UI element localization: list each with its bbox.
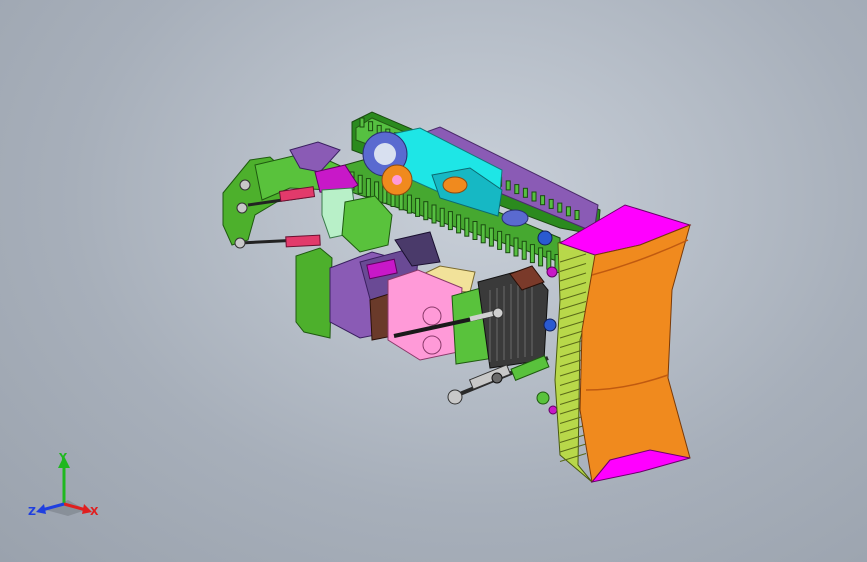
lift-joint (491, 372, 503, 384)
track-tooth (548, 198, 554, 209)
z-axis-label: Z (28, 505, 36, 518)
track-tooth-lower (357, 174, 363, 194)
track-tooth (557, 202, 563, 213)
ripper-cylinder-lower-body (285, 234, 321, 248)
idler-hub (392, 175, 402, 185)
x-axis-label: X (90, 505, 99, 518)
track-tooth-lower (480, 224, 486, 244)
track-tooth-lower (423, 201, 429, 221)
lower-joint (536, 391, 550, 405)
ripper-pin-3 (239, 179, 251, 191)
pink-boss-2 (422, 335, 442, 355)
y-axis-label: Y (59, 451, 67, 464)
track-tooth (574, 210, 580, 220)
track-tooth-lower (415, 197, 421, 217)
blue-roller (501, 209, 529, 227)
track-tooth (514, 184, 520, 195)
ripper-pin-1 (236, 202, 248, 214)
3d-viewport[interactable]: Y Z X (0, 0, 867, 562)
track-tooth-lower (365, 178, 371, 198)
blue-valve (537, 230, 553, 246)
track-tooth-lower (406, 194, 412, 214)
track-tooth-lower (529, 244, 535, 264)
track-tooth (368, 121, 374, 132)
track-tooth-lower (439, 207, 445, 227)
push-rod-end-1 (492, 307, 504, 319)
track-tooth-lower (546, 250, 552, 270)
axis-triad[interactable]: Y Z X (26, 450, 106, 522)
sprocket-hub (374, 143, 396, 165)
ripper-pin-2 (234, 237, 246, 249)
blue-valve-2 (543, 318, 557, 332)
track-tooth-lower (456, 214, 462, 234)
track-tooth (540, 195, 546, 206)
track-tooth (531, 191, 537, 202)
magenta-valve (546, 266, 558, 278)
track-tooth (522, 187, 528, 198)
push-rod-lower-body (468, 364, 512, 390)
z-axis-arrow (36, 504, 46, 514)
lower-joint-2 (548, 405, 558, 415)
orange-roller (442, 176, 468, 194)
track-tooth-lower (513, 237, 519, 257)
bulldozer-model[interactable] (0, 0, 867, 562)
track-tooth-lower (497, 230, 503, 250)
track-tooth (565, 206, 571, 217)
track-tooth-lower (538, 247, 544, 267)
track-tooth-lower (488, 227, 494, 247)
green-block (341, 195, 393, 253)
blade-assembly (554, 204, 692, 483)
track-tooth-lower (431, 204, 437, 224)
track-tooth-lower (521, 240, 527, 260)
track-tooth-lower (505, 234, 511, 254)
track-tooth-lower (464, 217, 470, 237)
blade-face (579, 224, 691, 483)
rear-green-box (295, 247, 333, 339)
pink-boss-1 (422, 306, 442, 326)
track-tooth-lower (447, 211, 453, 231)
push-rod-end-2 (447, 389, 463, 405)
track-tooth-lower (472, 221, 478, 240)
track-tooth (505, 180, 511, 191)
track-tooth (359, 117, 365, 128)
